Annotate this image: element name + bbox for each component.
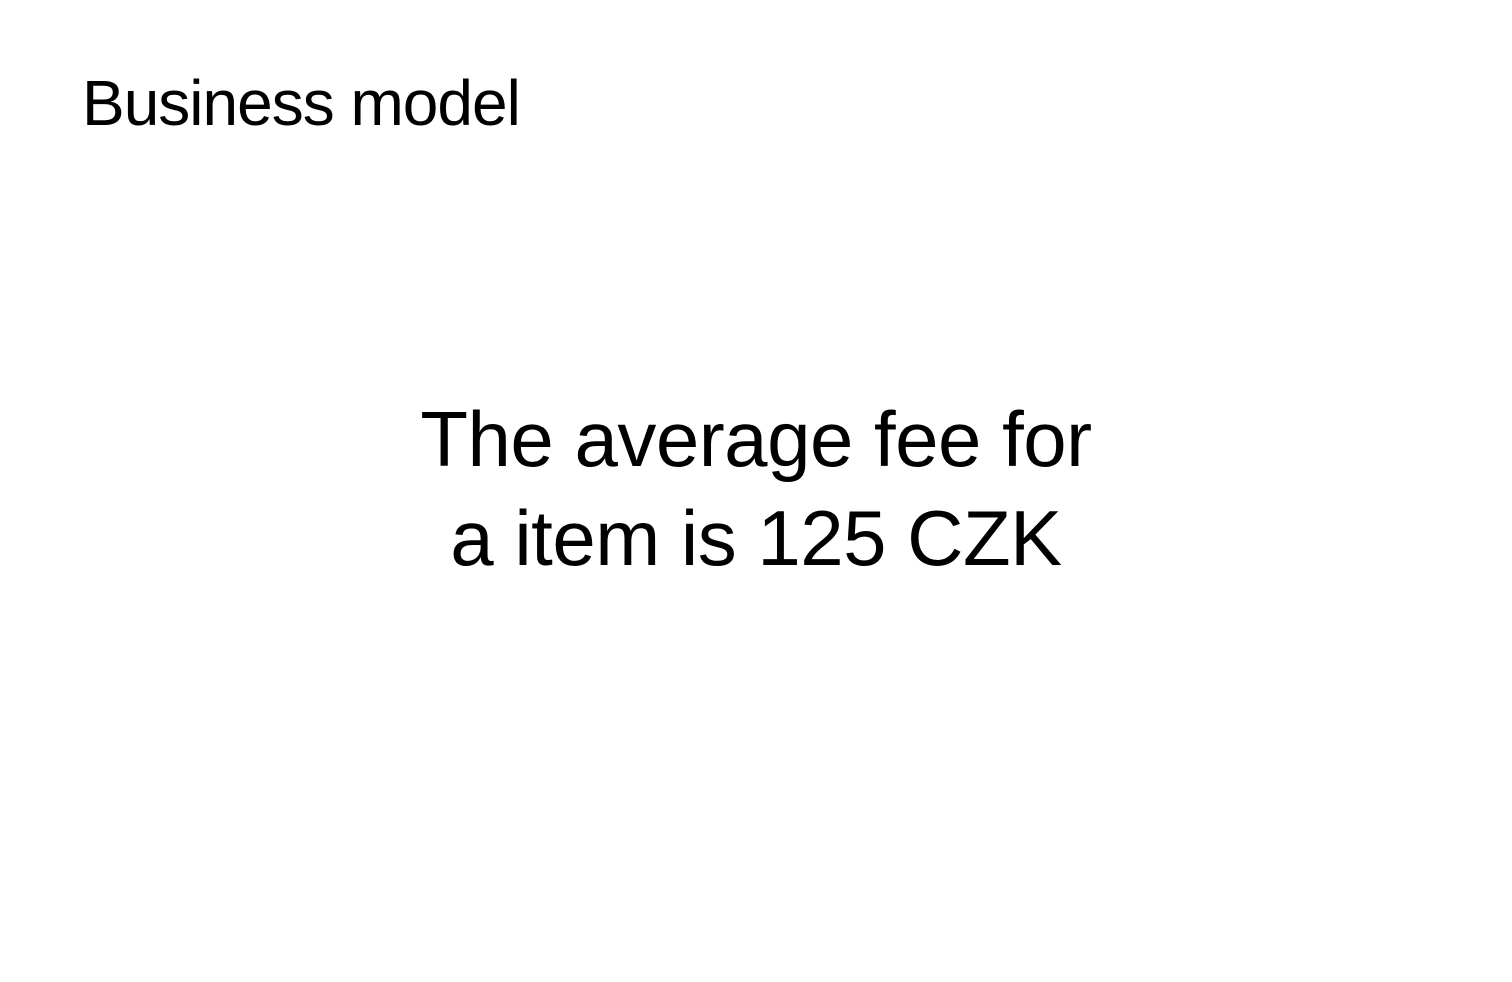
statement-line-1: The average fee for	[420, 395, 1092, 483]
slide-title: Business model	[82, 67, 521, 139]
slide: Business model The average fee for a ite…	[0, 0, 1512, 982]
key-statement: The average fee for a item is 125 CZK	[0, 390, 1512, 588]
statement-line-2: a item is 125 CZK	[450, 494, 1062, 583]
